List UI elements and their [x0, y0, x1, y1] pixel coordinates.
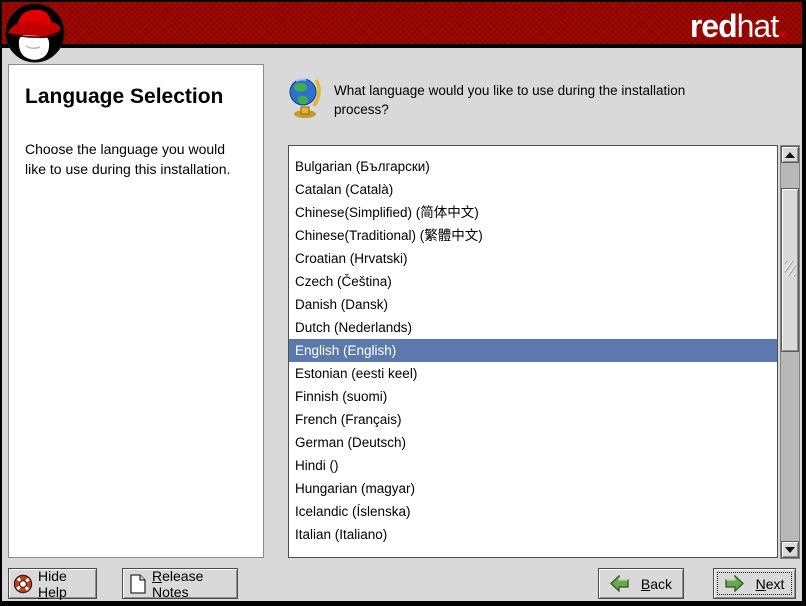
next-label: Next: [756, 576, 785, 592]
release-notes-label: Release Notes: [152, 568, 229, 600]
question-row: What language would you like to use duri…: [288, 74, 706, 120]
installer-window: redhat. Language Selection Choose the la…: [0, 0, 806, 606]
language-list-item[interactable]: Chinese(Traditional) (繁體中文): [289, 224, 777, 247]
document-icon: [129, 574, 147, 594]
language-list-scrollbar[interactable]: [780, 145, 800, 559]
language-list-item[interactable]: Croatian (Hrvatski): [289, 247, 777, 270]
language-list-item[interactable]: German (Deutsch): [289, 431, 777, 454]
redhat-shadowman-logo-icon: [4, 2, 68, 66]
wordmark-red: red: [690, 8, 737, 44]
help-panel: Language Selection Choose the language y…: [8, 64, 264, 558]
page-title: Language Selection: [25, 85, 247, 109]
next-arrow-icon: [725, 575, 744, 592]
wordmark-dot: .: [778, 8, 786, 44]
scroll-down-button[interactable]: [781, 541, 799, 558]
back-arrow-icon: [610, 575, 629, 592]
release-notes-button[interactable]: Release Notes: [122, 568, 238, 599]
next-button[interactable]: Next: [713, 568, 796, 599]
language-list-item[interactable]: Icelandic (Íslenska): [289, 500, 777, 523]
language-list-item[interactable]: Estonian (eesti keel): [289, 362, 777, 385]
globe-icon: [288, 74, 322, 118]
help-text: Choose the language you would like to us…: [25, 139, 247, 180]
arrow-up-icon: [785, 152, 795, 158]
scroll-up-button[interactable]: [781, 146, 799, 163]
arrow-down-icon: [785, 547, 795, 553]
question-text: What language would you like to use duri…: [334, 74, 706, 120]
language-list-item[interactable]: Italian (Italiano): [289, 523, 777, 546]
language-list[interactable]: Bulgarian (Български)Catalan (Català)Chi…: [288, 145, 778, 558]
hide-help-label: Hide Help: [38, 568, 88, 600]
hide-help-button[interactable]: Hide Help: [8, 568, 97, 599]
language-list-item[interactable]: Hungarian (magyar): [289, 477, 777, 500]
language-list-item[interactable]: French (Français): [289, 408, 777, 431]
language-list-item[interactable]: Finnish (suomi): [289, 385, 777, 408]
scrollbar-thumb[interactable]: [781, 188, 799, 352]
life-ring-icon: [13, 574, 33, 594]
language-list-item[interactable]: Czech (Čeština): [289, 270, 777, 293]
wordmark-hat: hat: [737, 8, 778, 44]
language-list-item[interactable]: English (English): [289, 339, 777, 362]
back-button[interactable]: Back: [598, 568, 684, 599]
redhat-wordmark: redhat.: [690, 4, 786, 48]
language-list-item[interactable]: Danish (Dansk): [289, 293, 777, 316]
language-list-item[interactable]: Catalan (Català): [289, 178, 777, 201]
language-list-item[interactable]: Hindi (): [289, 454, 777, 477]
language-list-item[interactable]: Dutch (Nederlands): [289, 316, 777, 339]
header-banner: [2, 2, 802, 48]
window-content: redhat. Language Selection Choose the la…: [2, 2, 802, 601]
language-list-item[interactable]: Bulgarian (Български): [289, 155, 777, 178]
language-list-item[interactable]: Chinese(Simplified) (简体中文): [289, 201, 777, 224]
back-label: Back: [641, 576, 672, 592]
